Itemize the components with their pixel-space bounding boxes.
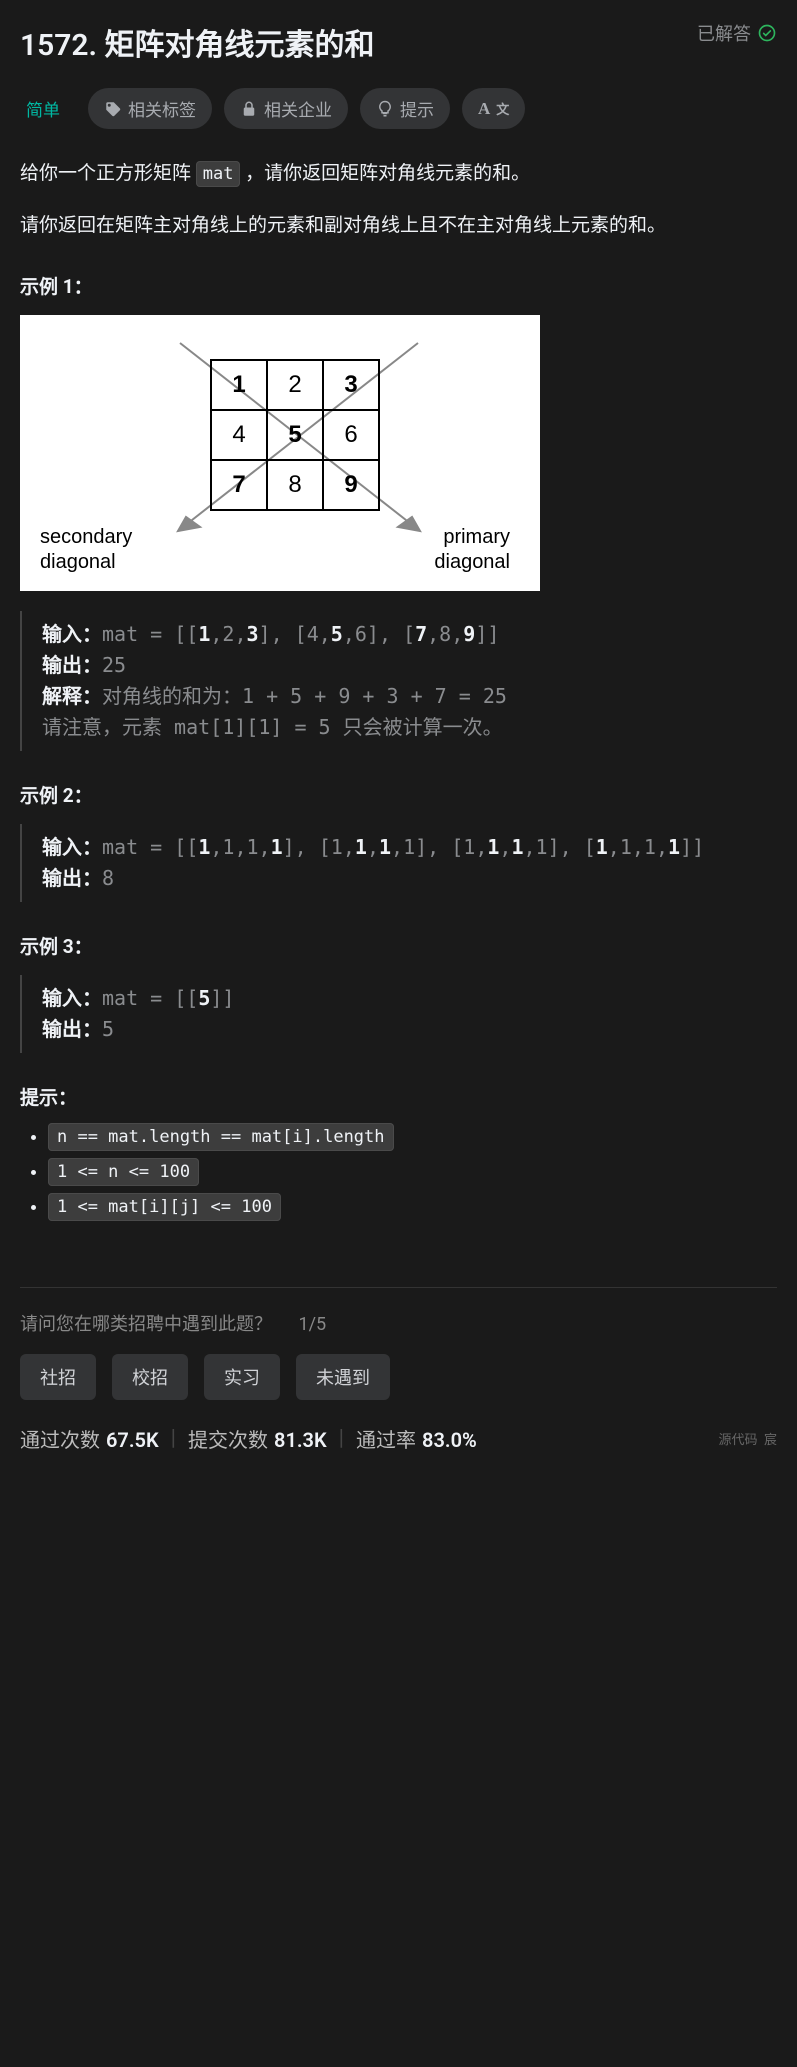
rate-value: 83.0% <box>422 1428 477 1452</box>
primary-diagonal-label: primary diagonal <box>434 525 510 575</box>
submissions-label: 提交次数 <box>188 1428 268 1452</box>
constraint-item: 1 <= n <= 100 <box>48 1161 777 1182</box>
constraints-list: n == mat.length == mat[i].length 1 <= n … <box>20 1126 777 1217</box>
inline-code-mat: mat <box>196 161 241 187</box>
constraint-item: 1 <= mat[i][j] <= 100 <box>48 1196 777 1217</box>
hint-pill[interactable]: 提示 <box>360 88 450 129</box>
related-companies-label: 相关企业 <box>264 96 332 121</box>
page-title: 1572. 矩阵对角线元素的和 <box>20 20 375 64</box>
lightbulb-icon <box>376 100 394 118</box>
tag-icon <box>104 100 122 118</box>
solved-label: 已解答 <box>697 20 751 46</box>
accepted-label: 通过次数 <box>20 1428 100 1452</box>
example-2: 输入：mat = [[1,1,1,1], [1,1,1,1], [1,1,1,1… <box>20 824 777 902</box>
secondary-diagonal-label: secondary diagonal <box>40 525 132 575</box>
example-2-label: 示例 2： <box>20 781 777 808</box>
stats-row: 通过次数67.5K | 提交次数81.3K | 通过率83.0% 源代码 宸 <box>20 1424 777 1453</box>
constraints-label: 提示： <box>20 1083 777 1110</box>
related-tags-label: 相关标签 <box>128 96 196 121</box>
footer-source[interactable]: 源代码 <box>719 1433 758 1448</box>
font-size-pill[interactable]: A文 <box>462 88 525 129</box>
accepted-value: 67.5K <box>106 1428 159 1452</box>
check-circle-icon <box>757 23 777 43</box>
tags-row: 简单 相关标签 相关企业 提示 A文 <box>20 88 777 129</box>
submissions-value: 81.3K <box>274 1428 327 1452</box>
desc-text: 请你返回在矩阵主对角线上的元素和副对角线上且不在主对角线上元素的和。 <box>20 209 777 241</box>
related-tags-pill[interactable]: 相关标签 <box>88 88 212 129</box>
desc-text: 给你一个正方形矩阵 <box>20 161 196 184</box>
constraint-item: n == mat.length == mat[i].length <box>48 1126 777 1147</box>
poll-option-shezao[interactable]: 社招 <box>20 1354 96 1400</box>
example-1-label: 示例 1： <box>20 272 777 299</box>
poll-option-xiaozhao[interactable]: 校招 <box>112 1354 188 1400</box>
desc-text: ，请你返回矩阵对角线元素的和。 <box>240 161 530 184</box>
poll-question: 请问您在哪类招聘中遇到此题？ <box>20 1314 272 1335</box>
matrix-diagram: 123 456 789 secondary diagonal primary d… <box>20 315 540 591</box>
footer-other: 宸 <box>764 1433 777 1448</box>
difficulty-pill[interactable]: 简单 <box>20 88 76 129</box>
lock-icon <box>240 100 258 118</box>
poll-option-none[interactable]: 未遇到 <box>296 1354 390 1400</box>
example-1: 输入：mat = [[1,2,3], [4,5,6], [7,8,9]] 输出：… <box>20 611 777 751</box>
example-3: 输入：mat = [[5]] 输出：5 <box>20 975 777 1053</box>
description: 给你一个正方形矩阵 mat ，请你返回矩阵对角线元素的和。 请你返回在矩阵主对角… <box>20 157 777 242</box>
poll-option-shixi[interactable]: 实习 <box>204 1354 280 1400</box>
rate-label: 通过率 <box>356 1428 416 1452</box>
matrix-grid: 123 456 789 <box>210 359 380 511</box>
example-3-label: 示例 3： <box>20 932 777 959</box>
solved-badge: 已解答 <box>697 20 777 46</box>
related-companies-pill[interactable]: 相关企业 <box>224 88 348 129</box>
hint-label: 提示 <box>400 96 434 121</box>
poll-progress: 1/5 <box>298 1314 326 1335</box>
poll-section: 请问您在哪类招聘中遇到此题？ 1/5 社招 校招 实习 未遇到 通过次数67.5… <box>20 1287 777 1453</box>
